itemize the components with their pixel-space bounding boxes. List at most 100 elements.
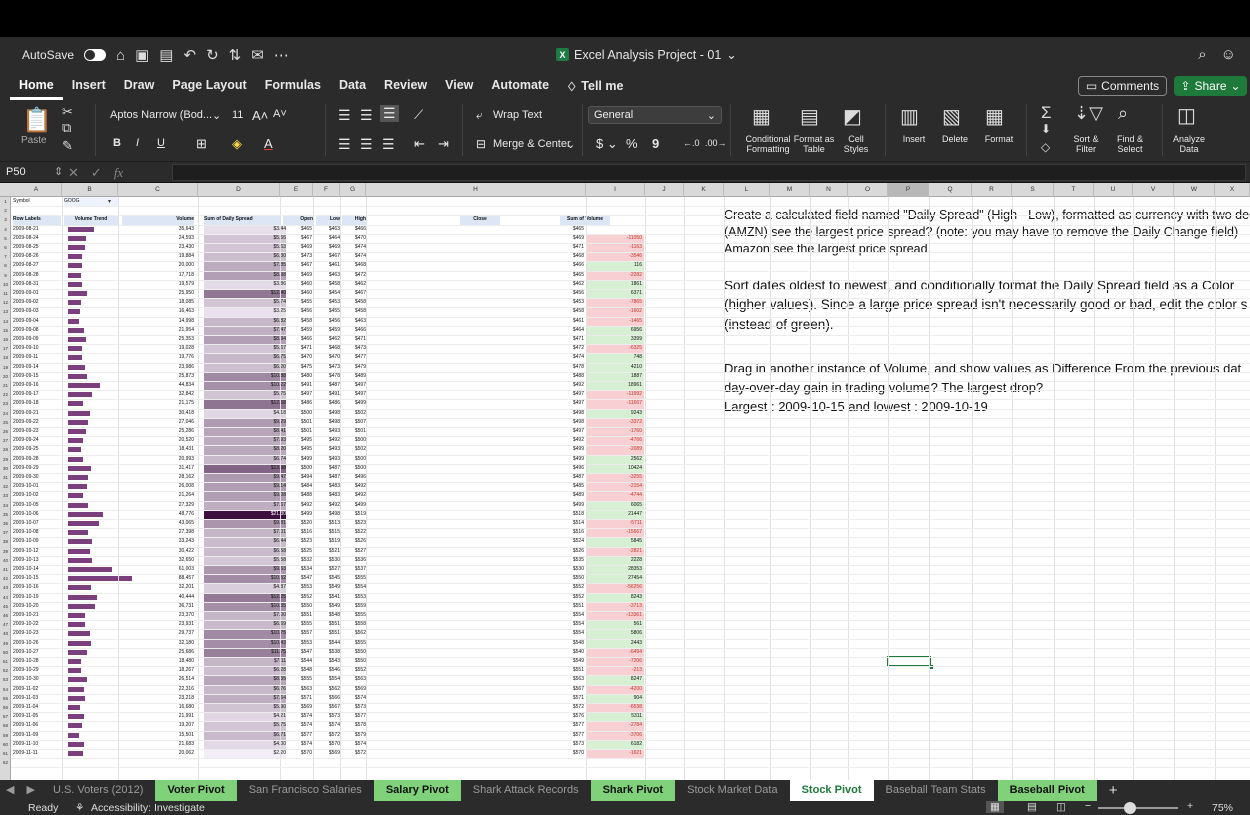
volume-value[interactable]: 25,353 (122, 335, 194, 344)
low-value[interactable]: $551 (316, 629, 340, 638)
name-box[interactable]: P50 (2, 164, 50, 181)
row-header[interactable]: 62 (0, 758, 11, 767)
high-value[interactable]: $574 (342, 740, 366, 749)
open-value[interactable]: $553 (286, 583, 312, 592)
close-value[interactable]: $462 (540, 280, 584, 289)
column-header-s[interactable]: S (1012, 183, 1054, 197)
daily-spread-value[interactable]: $9.81 (204, 519, 286, 528)
daily-spread-value[interactable]: $10.35 (204, 602, 286, 611)
volume-diff-value[interactable]: 2228 (586, 556, 642, 565)
daily-spread-value[interactable]: $5.75 (204, 721, 286, 730)
close-value[interactable]: $485 (540, 482, 584, 491)
email-icon[interactable]: ✉ (251, 46, 264, 64)
low-value[interactable]: $544 (316, 639, 340, 648)
low-value[interactable]: $493 (316, 445, 340, 454)
low-value[interactable]: $498 (316, 418, 340, 427)
format-as-table-icon[interactable]: ▤ (800, 104, 819, 129)
high-value[interactable]: $474 (342, 243, 366, 252)
high-value[interactable]: $574 (342, 694, 366, 703)
open-value[interactable]: $459 (286, 326, 312, 335)
open-value[interactable]: $520 (286, 519, 312, 528)
merge-center-icon[interactable]: ⊟ (476, 137, 486, 151)
close-value[interactable]: $488 (540, 372, 584, 381)
italic-button[interactable]: I (136, 137, 139, 149)
merge-chevron-icon[interactable]: ⌄ (566, 138, 575, 151)
volume-diff-value[interactable]: 8243 (586, 593, 642, 602)
row-header[interactable]: 37 (0, 528, 11, 537)
sheet-tab-shark-pivot[interactable]: Shark Pivot (590, 780, 676, 801)
close-value[interactable]: $552 (540, 593, 584, 602)
open-value[interactable]: $571 (286, 694, 312, 703)
daily-spread-value[interactable]: $12.68 (204, 399, 286, 408)
cell-styles-icon[interactable]: ◩ (843, 104, 862, 129)
insert-cells-icon[interactable]: ▥ (900, 104, 919, 129)
volume-value[interactable]: 21,683 (122, 740, 194, 749)
low-value[interactable]: $456 (316, 317, 340, 326)
row-label-date[interactable]: 2009-09-23 (13, 427, 63, 436)
daily-spread-value[interactable]: $10.52 (204, 574, 286, 583)
open-value[interactable]: $491 (286, 381, 312, 390)
conditional-formatting-button[interactable]: Conditional Formatting (738, 134, 798, 154)
normal-view-icon[interactable]: ▦ (986, 801, 1004, 813)
open-value[interactable]: $467 (286, 261, 312, 270)
open-value[interactable]: $497 (286, 390, 312, 399)
increase-font-icon[interactable]: A˄ (252, 108, 268, 123)
volume-diff-value[interactable]: -13361 (586, 611, 642, 620)
sheet-tab-baseball-pivot[interactable]: Baseball Pivot (997, 780, 1097, 801)
conditional-formatting-icon[interactable]: ▦ (752, 104, 771, 129)
fill-color-icon[interactable]: ◈ (232, 136, 242, 152)
daily-spread-value[interactable]: $2.20 (204, 749, 286, 758)
row-header[interactable]: 9 (0, 271, 11, 280)
low-value[interactable]: $483 (316, 491, 340, 500)
volume-diff-value[interactable]: 116 (586, 261, 642, 270)
volume-value[interactable]: 30,422 (122, 547, 194, 556)
high-value[interactable]: $499 (342, 399, 366, 408)
column-header-x[interactable]: X (1215, 183, 1250, 197)
row-header[interactable]: 4 (0, 225, 11, 234)
close-value[interactable]: $577 (540, 721, 584, 730)
open-value[interactable]: $466 (286, 335, 312, 344)
high-value[interactable]: $558 (342, 620, 366, 629)
high-value[interactable]: $500 (342, 436, 366, 445)
row-header[interactable]: 58 (0, 721, 11, 730)
daily-spread-value[interactable]: $9.08 (204, 491, 286, 500)
clear-icon[interactable]: ◇ (1041, 140, 1050, 154)
low-value[interactable]: $519 (316, 537, 340, 546)
low-value[interactable]: $549 (316, 583, 340, 592)
row-label-date[interactable]: 2009-10-29 (13, 666, 63, 675)
accessibility-status[interactable]: Accessibility: Investigate (91, 802, 205, 814)
daily-spread-value[interactable]: $5.74 (204, 298, 286, 307)
sheet-tab-stock-market-data[interactable]: Stock Market Data (675, 780, 789, 801)
high-value[interactable]: $496 (342, 473, 366, 482)
pivot-header[interactable]: Sum of Volume (560, 215, 610, 225)
high-value[interactable]: $501 (342, 427, 366, 436)
volume-diff-value[interactable]: 1887 (586, 372, 642, 381)
daily-spread-value[interactable]: $8.98 (204, 271, 286, 280)
sort-icon[interactable]: ⇅ (229, 46, 242, 64)
redo-icon[interactable]: ↻ (206, 46, 219, 64)
open-value[interactable]: $480 (286, 372, 312, 381)
volume-value[interactable]: 19,884 (122, 252, 194, 261)
row-label-date[interactable]: 2009-10-20 (13, 602, 63, 611)
volume-value[interactable]: 18,431 (122, 445, 194, 454)
volume-value[interactable]: 36,731 (122, 602, 194, 611)
row-label-date[interactable]: 2009-09-25 (13, 445, 63, 454)
high-value[interactable]: $458 (342, 298, 366, 307)
open-value[interactable]: $460 (286, 280, 312, 289)
volume-value[interactable]: 20,000 (122, 261, 194, 270)
row-header[interactable]: 13 (0, 307, 11, 316)
open-value[interactable]: $532 (286, 556, 312, 565)
daily-spread-value[interactable]: $7.00 (204, 611, 286, 620)
volume-diff-value[interactable]: -2154 (586, 482, 642, 491)
open-value[interactable]: $495 (286, 436, 312, 445)
high-value[interactable]: $500 (342, 455, 366, 464)
low-value[interactable]: $491 (316, 390, 340, 399)
close-value[interactable]: $518 (540, 510, 584, 519)
daily-spread-value[interactable]: $6.75 (204, 353, 286, 362)
row-header[interactable]: 17 (0, 344, 11, 353)
row-label-date[interactable]: 2009-10-13 (13, 556, 63, 565)
row-header[interactable]: 22 (0, 390, 11, 399)
low-value[interactable]: $478 (316, 372, 340, 381)
volume-diff-value[interactable]: -6538 (586, 703, 642, 712)
close-value[interactable]: $571 (540, 694, 584, 703)
